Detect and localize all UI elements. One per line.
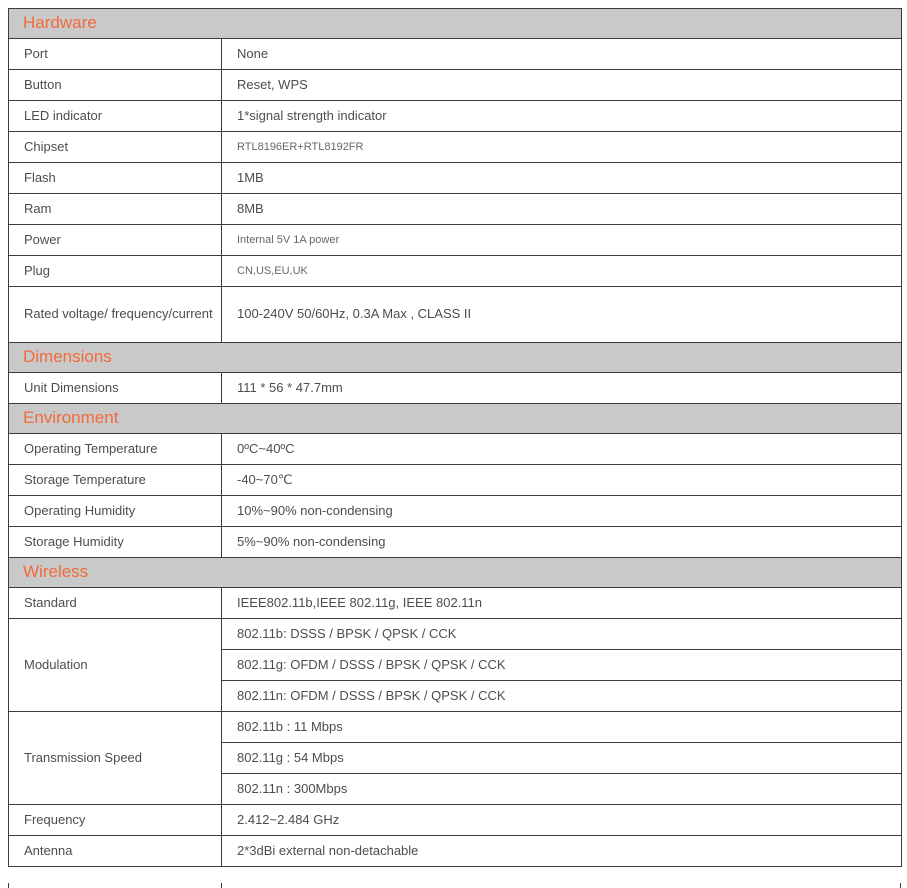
spec-value: CN,US,EU,UK (220, 255, 903, 287)
spec-value: 2.412~2.484 GHz (220, 804, 903, 836)
spec-value: 802.11b: DSSS / BPSK / QPSK / CCK (220, 618, 903, 650)
spec-label: Frequency (8, 804, 222, 836)
table-continuation-stub (8, 883, 901, 888)
spec-value: 802.11g: OFDM / DSSS / BPSK / QPSK / CCK (220, 649, 903, 681)
table-row: Storage Temperature -40~70℃ (8, 464, 903, 496)
table-row: Antenna 2*3dBi external non-detachable (8, 835, 903, 867)
section-header-hardware: Hardware (7, 8, 903, 39)
spec-value: None (220, 38, 903, 70)
table-row: Button Reset, WPS (8, 69, 903, 101)
spec-label: Unit Dimensions (8, 372, 222, 404)
spec-value: 802.11b : 11 Mbps (220, 711, 903, 743)
spec-label: Chipset (8, 131, 222, 163)
section-header-wireless: Wireless (7, 557, 903, 588)
table-row: Storage Humidity 5%~90% non-condensing (8, 526, 903, 558)
table-row: Power Internal 5V 1A power (8, 224, 903, 256)
section-title: Wireless (7, 557, 903, 588)
spec-label: Port (8, 38, 222, 70)
table-row: Rated voltage/ frequency/current 100-240… (8, 286, 903, 343)
table-row: Ram 8MB (8, 193, 903, 225)
spec-value: 111 * 56 * 47.7mm (220, 372, 903, 404)
table-row: Unit Dimensions 111 * 56 * 47.7mm (8, 372, 903, 404)
spec-label: Rated voltage/ frequency/current (8, 286, 222, 343)
section-header-environment: Environment (7, 403, 903, 434)
table-border-line (8, 883, 9, 888)
spec-label: Transmission Speed (8, 711, 222, 805)
spec-value: RTL8196ER+RTL8192FR (220, 131, 903, 163)
table-border-line (900, 883, 901, 888)
spec-label: Ram (8, 193, 222, 225)
spec-value: 802.11n : 300Mbps (220, 773, 903, 805)
spec-value: 1MB (220, 162, 903, 194)
table-row: Port None (8, 38, 903, 70)
spec-value: Internal 5V 1A power (220, 224, 903, 256)
spec-label: Flash (8, 162, 222, 194)
spec-value: 8MB (220, 193, 903, 225)
spec-value: 1*signal strength indicator (220, 100, 903, 132)
spec-value: 802.11g : 54 Mbps (220, 742, 903, 774)
table-row: Transmission Speed 802.11b : 11 Mbps (8, 711, 903, 805)
spec-label: Standard (8, 587, 222, 619)
spec-value: 2*3dBi external non-detachable (220, 835, 903, 867)
table-row: Modulation 802.11b: DSSS / BPSK / QPSK /… (8, 618, 903, 712)
table-row: Flash 1MB (8, 162, 903, 194)
spec-table: Hardware Port None Button Reset, WPS LED… (7, 8, 903, 867)
section-title: Hardware (7, 8, 903, 39)
spec-value: 802.11n: OFDM / DSSS / BPSK / QPSK / CCK (220, 680, 903, 712)
table-row: Frequency 2.412~2.484 GHz (8, 804, 903, 836)
section-title: Environment (7, 403, 903, 434)
spec-label: Storage Humidity (8, 526, 222, 558)
spec-label: Operating Temperature (8, 433, 222, 465)
table-border-line (221, 883, 222, 888)
spec-label: Modulation (8, 618, 222, 712)
table-row: Chipset RTL8196ER+RTL8192FR (8, 131, 903, 163)
spec-value: Reset, WPS (220, 69, 903, 101)
spec-value: 100-240V 50/60Hz, 0.3A Max , CLASS II (220, 286, 903, 343)
table-row: Standard IEEE802.11b,IEEE 802.11g, IEEE … (8, 587, 903, 619)
table-row: Operating Temperature 0ºC~40ºC (8, 433, 903, 465)
spec-label: Plug (8, 255, 222, 287)
table-row: LED indicator 1*signal strength indicato… (8, 100, 903, 132)
table-row: Plug CN,US,EU,UK (8, 255, 903, 287)
section-header-dimensions: Dimensions (7, 342, 903, 373)
spec-value: 0ºC~40ºC (220, 433, 903, 465)
spec-label: Operating Humidity (8, 495, 222, 527)
spec-label: Antenna (8, 835, 222, 867)
spec-value: 5%~90% non-condensing (220, 526, 903, 558)
spec-value: 10%~90% non-condensing (220, 495, 903, 527)
table-row: Operating Humidity 10%~90% non-condensin… (8, 495, 903, 527)
spec-value: IEEE802.11b,IEEE 802.11g, IEEE 802.11n (220, 587, 903, 619)
spec-label: Storage Temperature (8, 464, 222, 496)
section-title: Dimensions (7, 342, 903, 373)
spec-value: -40~70℃ (220, 464, 903, 496)
spec-label: LED indicator (8, 100, 222, 132)
spec-label: Button (8, 69, 222, 101)
spec-label: Power (8, 224, 222, 256)
